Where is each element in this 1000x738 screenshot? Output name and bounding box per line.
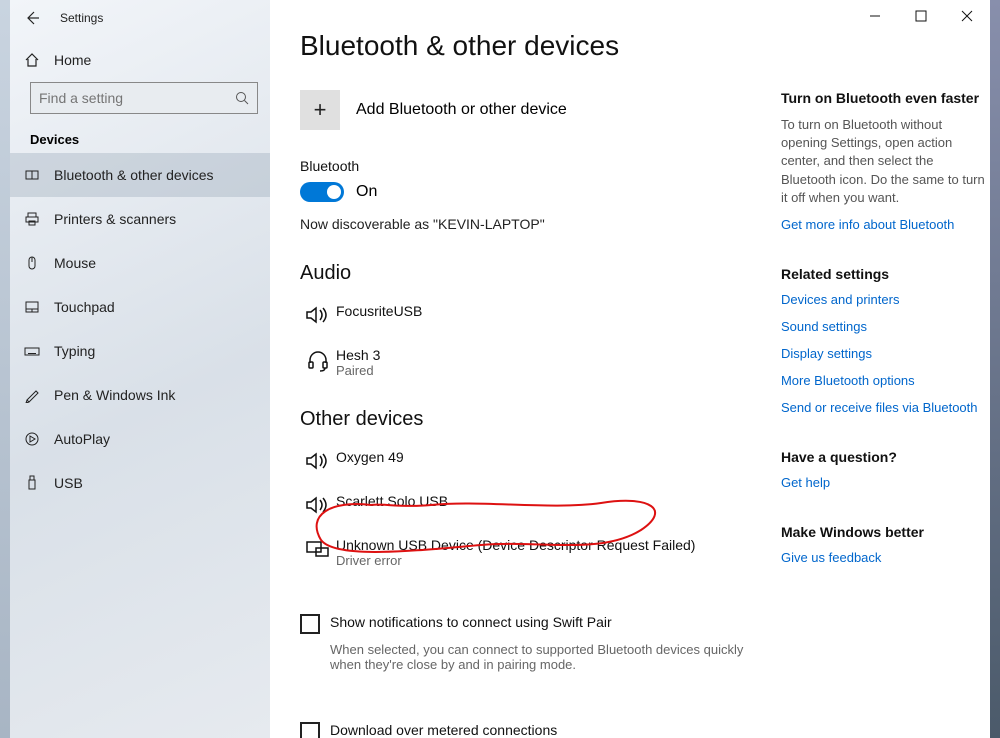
bluetooth-toggle-state: On [356, 183, 377, 201]
metered-label: Download over metered connections [330, 722, 557, 738]
sidebar: Home Devices Bluetooth & other devices P… [10, 0, 270, 738]
sidebar-item-label: USB [54, 475, 83, 491]
aside-faster-head: Turn on Bluetooth even faster [781, 90, 990, 106]
search-box[interactable] [30, 82, 258, 114]
sidebar-item-printers[interactable]: Printers & scanners [10, 197, 270, 241]
speaker-icon [300, 493, 336, 515]
add-device-button[interactable]: + Add Bluetooth or other device [300, 90, 753, 130]
device-row[interactable]: Oxygen 49 [300, 443, 753, 487]
bluetooth-label: Bluetooth [300, 158, 753, 174]
device-status: Paired [336, 363, 753, 378]
desktop-sliver-right [990, 0, 1000, 738]
window-title: Settings [54, 11, 103, 25]
sidebar-item-label: Bluetooth & other devices [54, 167, 214, 183]
sidebar-item-pen[interactable]: Pen & Windows Ink [10, 373, 270, 417]
content-column: + Add Bluetooth or other device Bluetoot… [300, 90, 753, 738]
settings-window: Settings Home Devices Bluetooth & other [10, 0, 990, 738]
printer-icon [10, 211, 54, 227]
autoplay-icon [10, 431, 54, 447]
other-group-title: Other devices [300, 408, 753, 431]
device-row[interactable]: Unknown USB Device (Device Descriptor Re… [300, 531, 753, 584]
link-give-feedback[interactable]: Give us feedback [781, 550, 990, 565]
title-bar: Settings [10, 0, 990, 36]
main-content: Bluetooth & other devices + Add Bluetoot… [270, 0, 990, 738]
aside-question-head: Have a question? [781, 449, 990, 465]
home-nav[interactable]: Home [10, 40, 270, 80]
sidebar-item-usb[interactable]: USB [10, 461, 270, 505]
link-get-help[interactable]: Get help [781, 475, 990, 490]
sidebar-section-label: Devices [10, 122, 270, 153]
search-input[interactable] [39, 90, 235, 106]
keyboard-icon [10, 343, 54, 359]
unknown-device-icon [300, 537, 336, 559]
device-name: Hesh 3 [336, 347, 753, 363]
device-name: Scarlett Solo USB [336, 493, 753, 509]
home-icon [10, 52, 54, 68]
usb-icon [10, 475, 54, 491]
link-devices-printers[interactable]: Devices and printers [781, 292, 990, 307]
sidebar-item-typing[interactable]: Typing [10, 329, 270, 373]
swift-pair-help: When selected, you can connect to suppor… [330, 642, 750, 672]
aside-related-head: Related settings [781, 266, 990, 282]
discoverable-text: Now discoverable as "KEVIN-LAPTOP" [300, 216, 753, 232]
aside-feedback-head: Make Windows better [781, 524, 990, 540]
close-button[interactable] [944, 0, 990, 32]
swift-pair-checkbox[interactable] [300, 614, 320, 634]
speaker-icon [300, 449, 336, 471]
aside-column: Turn on Bluetooth even faster To turn on… [781, 90, 990, 738]
pen-icon [10, 387, 54, 403]
speaker-icon [300, 303, 336, 325]
aside-faster-body: To turn on Bluetooth without opening Set… [781, 116, 990, 207]
maximize-button[interactable] [898, 0, 944, 32]
sidebar-item-label: Touchpad [54, 299, 115, 315]
sidebar-item-label: Mouse [54, 255, 96, 271]
device-row[interactable]: Scarlett Solo USB [300, 487, 753, 531]
link-send-receive-files[interactable]: Send or receive files via Bluetooth [781, 400, 990, 415]
home-label: Home [54, 52, 91, 68]
plus-icon: + [300, 90, 340, 130]
sidebar-item-label: Pen & Windows Ink [54, 387, 175, 403]
sidebar-item-autoplay[interactable]: AutoPlay [10, 417, 270, 461]
device-name: Unknown USB Device (Device Descriptor Re… [336, 537, 753, 553]
link-sound-settings[interactable]: Sound settings [781, 319, 990, 334]
device-row[interactable]: Hesh 3 Paired [300, 341, 753, 394]
device-row[interactable]: FocusriteUSB [300, 297, 753, 341]
sidebar-item-mouse[interactable]: Mouse [10, 241, 270, 285]
device-status: Driver error [336, 553, 753, 568]
device-name: FocusriteUSB [336, 303, 753, 319]
headset-icon [300, 347, 336, 373]
search-icon [235, 91, 249, 105]
mouse-icon [10, 255, 54, 271]
sidebar-item-touchpad[interactable]: Touchpad [10, 285, 270, 329]
aside-faster-link[interactable]: Get more info about Bluetooth [781, 217, 990, 232]
minimize-button[interactable] [852, 0, 898, 32]
back-button[interactable] [10, 0, 54, 36]
device-name: Oxygen 49 [336, 449, 753, 465]
desktop-sliver-left [0, 0, 10, 738]
sidebar-item-label: AutoPlay [54, 431, 110, 447]
sidebar-item-label: Printers & scanners [54, 211, 176, 227]
swift-pair-label: Show notifications to connect using Swif… [330, 614, 612, 630]
sidebar-item-label: Typing [54, 343, 95, 359]
link-display-settings[interactable]: Display settings [781, 346, 990, 361]
bluetooth-toggle[interactable] [300, 182, 344, 202]
audio-group-title: Audio [300, 262, 753, 285]
link-more-bluetooth[interactable]: More Bluetooth options [781, 373, 990, 388]
add-device-label: Add Bluetooth or other device [356, 101, 567, 119]
touchpad-icon [10, 299, 54, 315]
metered-checkbox[interactable] [300, 722, 320, 738]
sidebar-item-bluetooth[interactable]: Bluetooth & other devices [10, 153, 270, 197]
bluetooth-devices-icon [10, 167, 54, 183]
